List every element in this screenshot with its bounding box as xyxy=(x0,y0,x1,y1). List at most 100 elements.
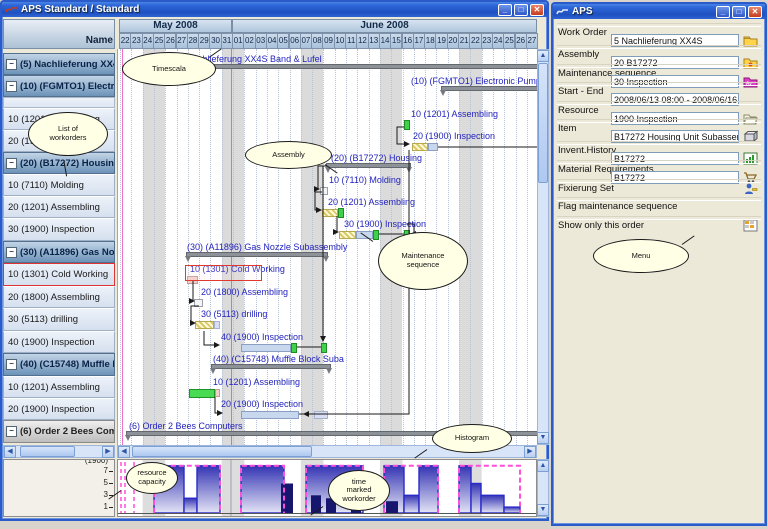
row-label: 10 (1301) Cold Working xyxy=(8,269,108,280)
axis-tick-label: 1 xyxy=(104,502,108,511)
resource-load-chart xyxy=(118,460,536,516)
dependency-link xyxy=(193,281,194,301)
person-key-icon[interactable] xyxy=(743,182,758,195)
collapse-icon[interactable]: − xyxy=(6,59,17,70)
dependency-link xyxy=(191,306,199,323)
row-label: (10) (FGMTO1) Electronic Pump XR xyxy=(20,81,114,92)
row-label: 40 (1900) Inspection xyxy=(8,337,95,348)
scroll-left-arrow[interactable]: ◀ xyxy=(118,446,130,458)
close-button[interactable]: ✕ xyxy=(748,6,762,18)
scroll-thumb[interactable] xyxy=(132,446,312,457)
row-label: (5) Nachlieferung XX4S Band & Lufel xyxy=(20,59,114,70)
scroll-up-arrow[interactable]: ▲ xyxy=(537,460,549,472)
row-label: (20) (B17272) Housing Unit Subassembly xyxy=(20,158,114,169)
operation-row[interactable]: 10 (1201) Assembling xyxy=(3,376,115,398)
collapse-icon[interactable]: − xyxy=(6,158,17,169)
axis-tick-label: 5 xyxy=(104,478,108,487)
dependency-link xyxy=(318,166,326,189)
operation-row[interactable]: 10 (7110) Molding xyxy=(3,174,115,196)
month-header: June 2008 xyxy=(232,19,537,33)
annotation-balloon: Timescala xyxy=(122,52,216,86)
collapse-icon[interactable]: − xyxy=(6,359,17,370)
workorder-row[interactable]: −(5) Nachlieferung XX4S Band & Lufel xyxy=(3,53,115,75)
name-column-header[interactable]: Name xyxy=(3,19,115,49)
app-icon xyxy=(556,6,569,17)
collapse-icon[interactable]: − xyxy=(6,81,17,92)
aps-titlebar[interactable]: APS _ □ ✕ xyxy=(553,4,765,19)
annotation-balloon: Maintenance sequence xyxy=(378,232,468,290)
field-label: Start - End xyxy=(558,86,603,97)
day-header-cell[interactable]: 27 xyxy=(526,33,538,49)
annotation-balloon: time marked workorder xyxy=(328,470,390,511)
scroll-right-arrow[interactable]: ▶ xyxy=(524,446,536,458)
scroll-down-arrow[interactable]: ▼ xyxy=(537,504,549,516)
workorder-row[interactable]: −(40) (C15748) Muffle Block Subassembly xyxy=(3,353,115,376)
field-separator xyxy=(557,23,761,27)
operation-row[interactable]: 30 (5113) drilling xyxy=(3,308,115,331)
field-separator xyxy=(557,119,761,123)
field-separator xyxy=(557,101,761,105)
operation-row[interactable]: 20 (1900) Inspection xyxy=(3,398,115,420)
minimize-button[interactable]: _ xyxy=(498,4,512,16)
field-label: Flag maintenance sequence xyxy=(558,201,677,212)
field-separator xyxy=(557,179,761,183)
operation-row[interactable]: 30 (1900) Inspection xyxy=(3,218,115,241)
main-titlebar[interactable]: APS Standard / Standard _ □ ✕ xyxy=(2,2,547,17)
field-separator xyxy=(557,141,761,145)
workorder-row[interactable]: −(6) Order 2 Bees Computers xyxy=(3,420,115,443)
dependency-link xyxy=(337,216,338,232)
workorder-row[interactable]: −(10) (FGMTO1) Electronic Pump XR xyxy=(3,75,115,97)
field-separator xyxy=(557,82,761,86)
row-label: 30 (1900) Inspection xyxy=(8,224,95,235)
row-label: (40) (C15748) Muffle Block Subassembly xyxy=(20,359,114,370)
row-label: (6) Order 2 Bees Computers xyxy=(20,426,114,437)
scroll-up-arrow[interactable]: ▲ xyxy=(537,50,549,62)
gantt-vscrollbar[interactable]: ▲ ▼ xyxy=(537,49,549,445)
axis-tick-label: 3 xyxy=(104,490,108,499)
field-label: Work Order xyxy=(558,27,607,38)
row-label: 10 (7110) Molding xyxy=(8,180,84,191)
row-label: 20 (1201) Assembling xyxy=(8,202,100,213)
operation-row[interactable]: 20 (1800) Assembling xyxy=(3,286,115,308)
histogram-axis-panel: (1900)7 5 3 1 xyxy=(3,459,115,517)
field-separator xyxy=(557,64,761,68)
scroll-right-arrow[interactable]: ▶ xyxy=(102,446,114,458)
gantt-canvas[interactable]: (5) Nachlieferung XX4S Band & Lufel(10) … xyxy=(117,49,537,445)
scroll-thumb[interactable] xyxy=(538,63,548,183)
maximize-button[interactable]: □ xyxy=(514,4,528,16)
field-label: Assembly xyxy=(558,49,599,60)
histogram-vscrollbar[interactable]: ▲ ▼ xyxy=(537,459,549,517)
dependency-link xyxy=(315,192,322,210)
workorder-row[interactable] xyxy=(3,97,115,108)
scroll-thumb[interactable] xyxy=(20,446,75,457)
row-label: 20 (1900) Inspection xyxy=(8,404,95,415)
workorder-row[interactable]: −(30) (A11896) Gas Nozzle Subassembly xyxy=(3,241,115,263)
maximize-button[interactable]: □ xyxy=(732,6,746,18)
collapse-icon[interactable]: − xyxy=(6,426,17,437)
scroll-down-arrow[interactable]: ▼ xyxy=(537,432,549,444)
close-button[interactable]: ✕ xyxy=(530,4,544,16)
annotation-balloon: resource capacity xyxy=(126,462,178,494)
row-label: 30 (5113) drilling xyxy=(8,314,78,325)
dependency-link xyxy=(215,397,222,413)
field-separator xyxy=(557,197,761,201)
field-separator xyxy=(557,160,761,164)
annotation-balloon: Histogram xyxy=(432,424,512,453)
collapse-icon[interactable]: − xyxy=(6,247,17,258)
sidebar-hscrollbar[interactable]: ◀ ▶ xyxy=(3,445,115,458)
minimize-button[interactable]: _ xyxy=(716,6,730,18)
field-separator xyxy=(557,45,761,49)
dependency-link xyxy=(397,127,409,144)
axis-tick xyxy=(109,507,113,508)
operation-row[interactable]: 40 (1900) Inspection xyxy=(3,331,115,353)
annotation-balloon: List of workorders xyxy=(28,112,108,156)
grid-icon[interactable] xyxy=(743,219,758,232)
axis-tick-label: 7 xyxy=(104,466,108,475)
scroll-left-arrow[interactable]: ◀ xyxy=(4,446,16,458)
axis-tick xyxy=(109,483,113,484)
resource-axis-label: (1900) xyxy=(85,459,108,465)
histogram-canvas[interactable] xyxy=(117,459,537,517)
field-separator xyxy=(557,216,761,220)
operation-row[interactable]: 10 (1301) Cold Working xyxy=(3,263,115,286)
operation-row[interactable]: 20 (1201) Assembling xyxy=(3,196,115,218)
